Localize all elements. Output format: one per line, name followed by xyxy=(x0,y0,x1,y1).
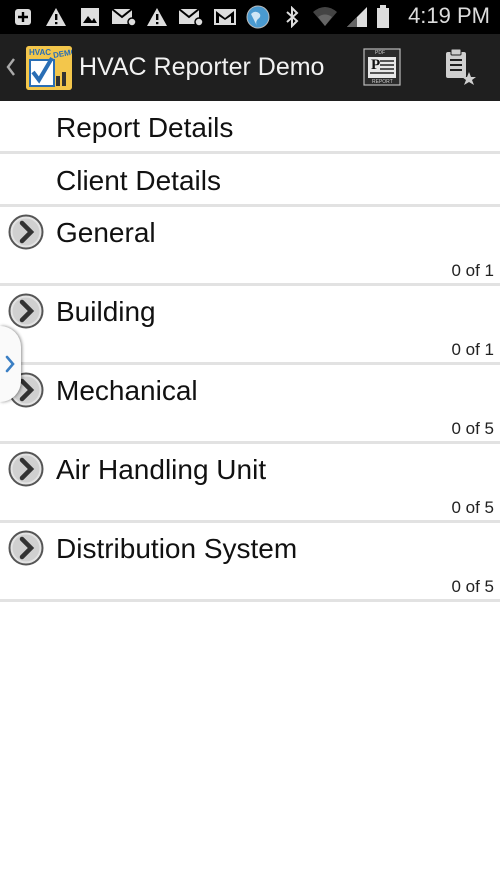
clipboard-star-icon xyxy=(446,48,476,85)
list-item-label: Client Details xyxy=(56,165,221,196)
chevron-right-icon[interactable] xyxy=(8,530,44,566)
warning-icon xyxy=(44,7,68,27)
image-icon xyxy=(78,7,102,27)
section-row-distribution-system[interactable]: Distribution System 0 of 5 xyxy=(0,523,500,602)
section-count: 0 of 5 xyxy=(451,419,494,438)
battery-icon xyxy=(374,5,392,28)
section-row-mechanical[interactable]: Mechanical 0 of 5 xyxy=(0,365,500,444)
warning-icon xyxy=(145,7,169,27)
status-bar: 4:19 PM xyxy=(0,0,500,34)
section-row-general[interactable]: General 0 of 1 xyxy=(0,207,500,286)
section-count: 0 of 1 xyxy=(451,340,494,359)
report-sections-list: Report Details Client Details General 0 … xyxy=(0,101,500,602)
section-count: 0 of 5 xyxy=(451,577,494,596)
globe-icon xyxy=(245,5,271,29)
bluetooth-icon xyxy=(282,6,302,28)
section-label: Mechanical xyxy=(56,375,198,406)
section-label: Building xyxy=(56,296,156,327)
back-icon[interactable] xyxy=(4,55,18,79)
gmail-icon xyxy=(212,7,238,27)
app-title: HVAC Reporter Demo xyxy=(79,53,325,81)
chevron-right-icon xyxy=(5,355,15,373)
chevron-right-icon[interactable] xyxy=(8,293,44,329)
list-item-client-details[interactable]: Client Details xyxy=(0,154,500,207)
email-icon xyxy=(110,7,138,27)
section-row-air-handling-unit[interactable]: Air Handling Unit 0 of 5 xyxy=(0,444,500,523)
section-row-building[interactable]: Building 0 of 1 xyxy=(0,286,500,365)
add-box-icon xyxy=(12,7,34,27)
list-item-report-details[interactable]: Report Details xyxy=(0,101,500,154)
signal-icon xyxy=(344,7,370,27)
wifi-icon xyxy=(311,7,339,27)
chevron-right-icon[interactable] xyxy=(8,451,44,487)
email-icon xyxy=(177,7,205,27)
drawer-handle[interactable] xyxy=(0,326,21,402)
clipboard-favorite-button[interactable] xyxy=(440,46,480,90)
pdf-label-bottom: REPORT xyxy=(372,79,393,85)
pdf-letter: P xyxy=(371,57,381,73)
section-count: 0 of 1 xyxy=(451,261,494,280)
logo-text-top: HVAC xyxy=(29,48,52,57)
app-logo[interactable]: HVAC DEMO xyxy=(26,46,72,90)
pdf-label-top: PDF xyxy=(375,50,385,56)
status-time: 4:19 PM xyxy=(408,3,490,28)
section-label: General xyxy=(56,217,156,248)
chevron-right-icon[interactable] xyxy=(8,214,44,250)
list-item-label: Report Details xyxy=(56,112,234,143)
action-bar: HVAC DEMO HVAC Reporter Demo PDF P REPOR… xyxy=(0,34,500,101)
pdf-report-button[interactable]: PDF P REPORT xyxy=(362,47,402,87)
section-label: Air Handling Unit xyxy=(56,454,267,485)
section-label: Distribution System xyxy=(56,533,298,564)
section-count: 0 of 5 xyxy=(451,498,494,517)
